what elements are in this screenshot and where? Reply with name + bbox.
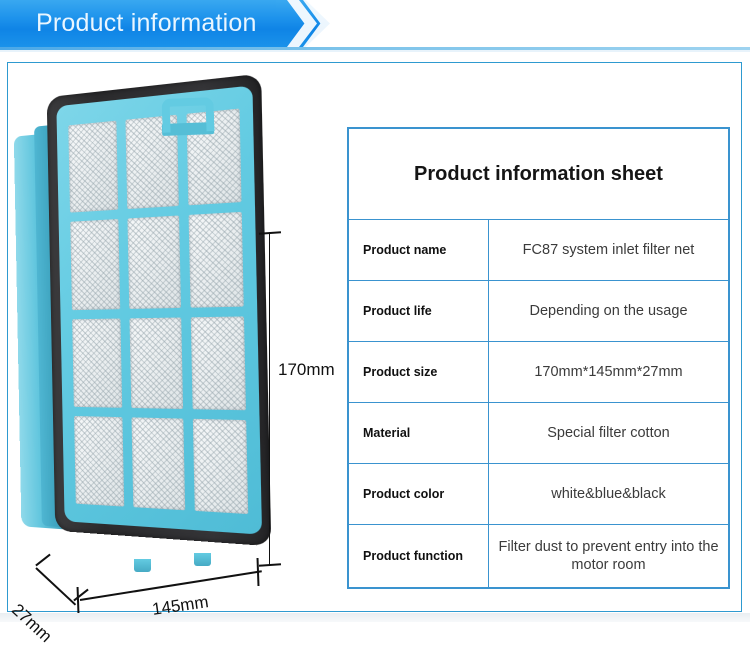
table-row: Material Special filter cotton bbox=[349, 402, 728, 464]
page-header-banner: Product information bbox=[0, 0, 750, 52]
spec-key: Product name bbox=[349, 219, 489, 281]
mesh-cell bbox=[129, 316, 183, 409]
spec-key: Product life bbox=[349, 280, 489, 342]
dimension-label-height: 170mm bbox=[278, 360, 335, 379]
mesh-cell bbox=[70, 219, 121, 310]
spec-value: white&blue&black bbox=[488, 463, 728, 525]
dimension-cap-right bbox=[256, 557, 260, 587]
page-title: Product information bbox=[36, 9, 257, 37]
table-row: Product name FC87 system inlet filter ne… bbox=[349, 219, 728, 281]
mesh-cell bbox=[127, 215, 181, 309]
spec-value: Filter dust to prevent entry into the mo… bbox=[498, 538, 719, 573]
table-row: Product size 170mm*145mm*27mm bbox=[349, 341, 728, 403]
spec-key: Product function bbox=[349, 524, 489, 587]
sheet-title-row: Product information sheet bbox=[349, 129, 728, 220]
chevron-right-icon bbox=[319, 0, 349, 47]
handle-tab-icon bbox=[161, 97, 215, 133]
spec-value: FC87 system inlet filter net bbox=[488, 219, 728, 281]
dimension-cap-top bbox=[258, 231, 282, 235]
mesh-cell bbox=[74, 415, 125, 507]
spec-key: Material bbox=[349, 402, 489, 464]
table-row: Product function Filter dust to prevent … bbox=[349, 524, 728, 587]
spec-table: Product information sheet Product name F… bbox=[349, 129, 728, 587]
banner-underline-soft bbox=[0, 50, 750, 52]
mesh-cell bbox=[192, 418, 249, 515]
mesh-cell bbox=[72, 317, 123, 408]
spec-key: Product color bbox=[349, 463, 489, 525]
dimension-cap-depth-near bbox=[35, 553, 51, 567]
filter-body bbox=[13, 71, 273, 547]
footer-band bbox=[0, 613, 750, 622]
mesh-cell bbox=[190, 315, 246, 410]
spec-table-body: Product information sheet Product name F… bbox=[349, 129, 728, 587]
product-illustration: 170mm 145mm 27mm bbox=[8, 73, 335, 646]
mesh-cell bbox=[131, 417, 185, 511]
filter-mesh-grid bbox=[68, 108, 249, 515]
table-row: Product color white&blue&black bbox=[349, 463, 728, 525]
mesh-cell bbox=[188, 212, 244, 308]
spec-key: Product size bbox=[349, 341, 489, 403]
filter-bottom-tab bbox=[194, 553, 211, 566]
table-row: Product life Depending on the usage bbox=[349, 280, 728, 342]
mesh-cell bbox=[68, 120, 119, 213]
sheet-title-cell: Product information sheet bbox=[349, 129, 728, 220]
sheet-title: Product information sheet bbox=[414, 162, 663, 185]
spec-value: 170mm*145mm*27mm bbox=[488, 341, 728, 403]
dimension-cap-bottom bbox=[258, 563, 282, 567]
filter-bottom-tab bbox=[134, 559, 151, 572]
dimension-line-height bbox=[269, 233, 270, 565]
spec-value: Special filter cotton bbox=[488, 402, 728, 464]
product-information-sheet: Product information sheet Product name F… bbox=[347, 127, 730, 589]
spec-value: Depending on the usage bbox=[488, 280, 728, 342]
